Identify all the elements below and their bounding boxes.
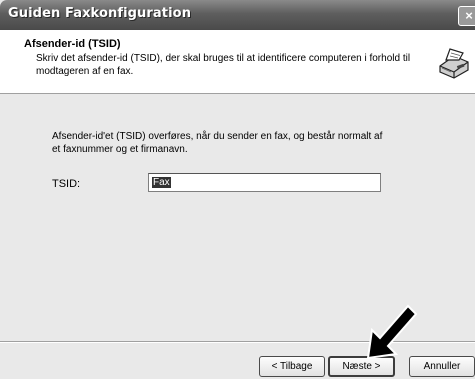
back-button[interactable]: < Tilbage (259, 356, 325, 377)
wizard-header: Afsender-id (TSID) Skriv det afsender-id… (0, 30, 475, 94)
tsid-info-text: Afsender-id'et (TSID) overføres, når du … (52, 131, 383, 155)
title-bar[interactable]: Guiden Faxkonfiguration × (0, 0, 475, 30)
pointer-arrow-icon (366, 304, 418, 360)
tsid-input[interactable]: Fax (148, 173, 381, 192)
close-icon: × (465, 8, 473, 23)
close-button[interactable]: × (458, 6, 475, 26)
fax-configuration-wizard: Guiden Faxkonfiguration × Afsender-id (T… (0, 0, 475, 379)
tsid-label: TSID: (52, 178, 81, 190)
page-title: Afsender-id (TSID) (24, 38, 121, 50)
window-title: Guiden Faxkonfiguration (8, 6, 192, 21)
page-description: Skriv det afsender-id (TSID), der skal b… (36, 53, 411, 77)
fax-machine-icon (437, 47, 471, 79)
tsid-input-value: Fax (152, 177, 171, 188)
